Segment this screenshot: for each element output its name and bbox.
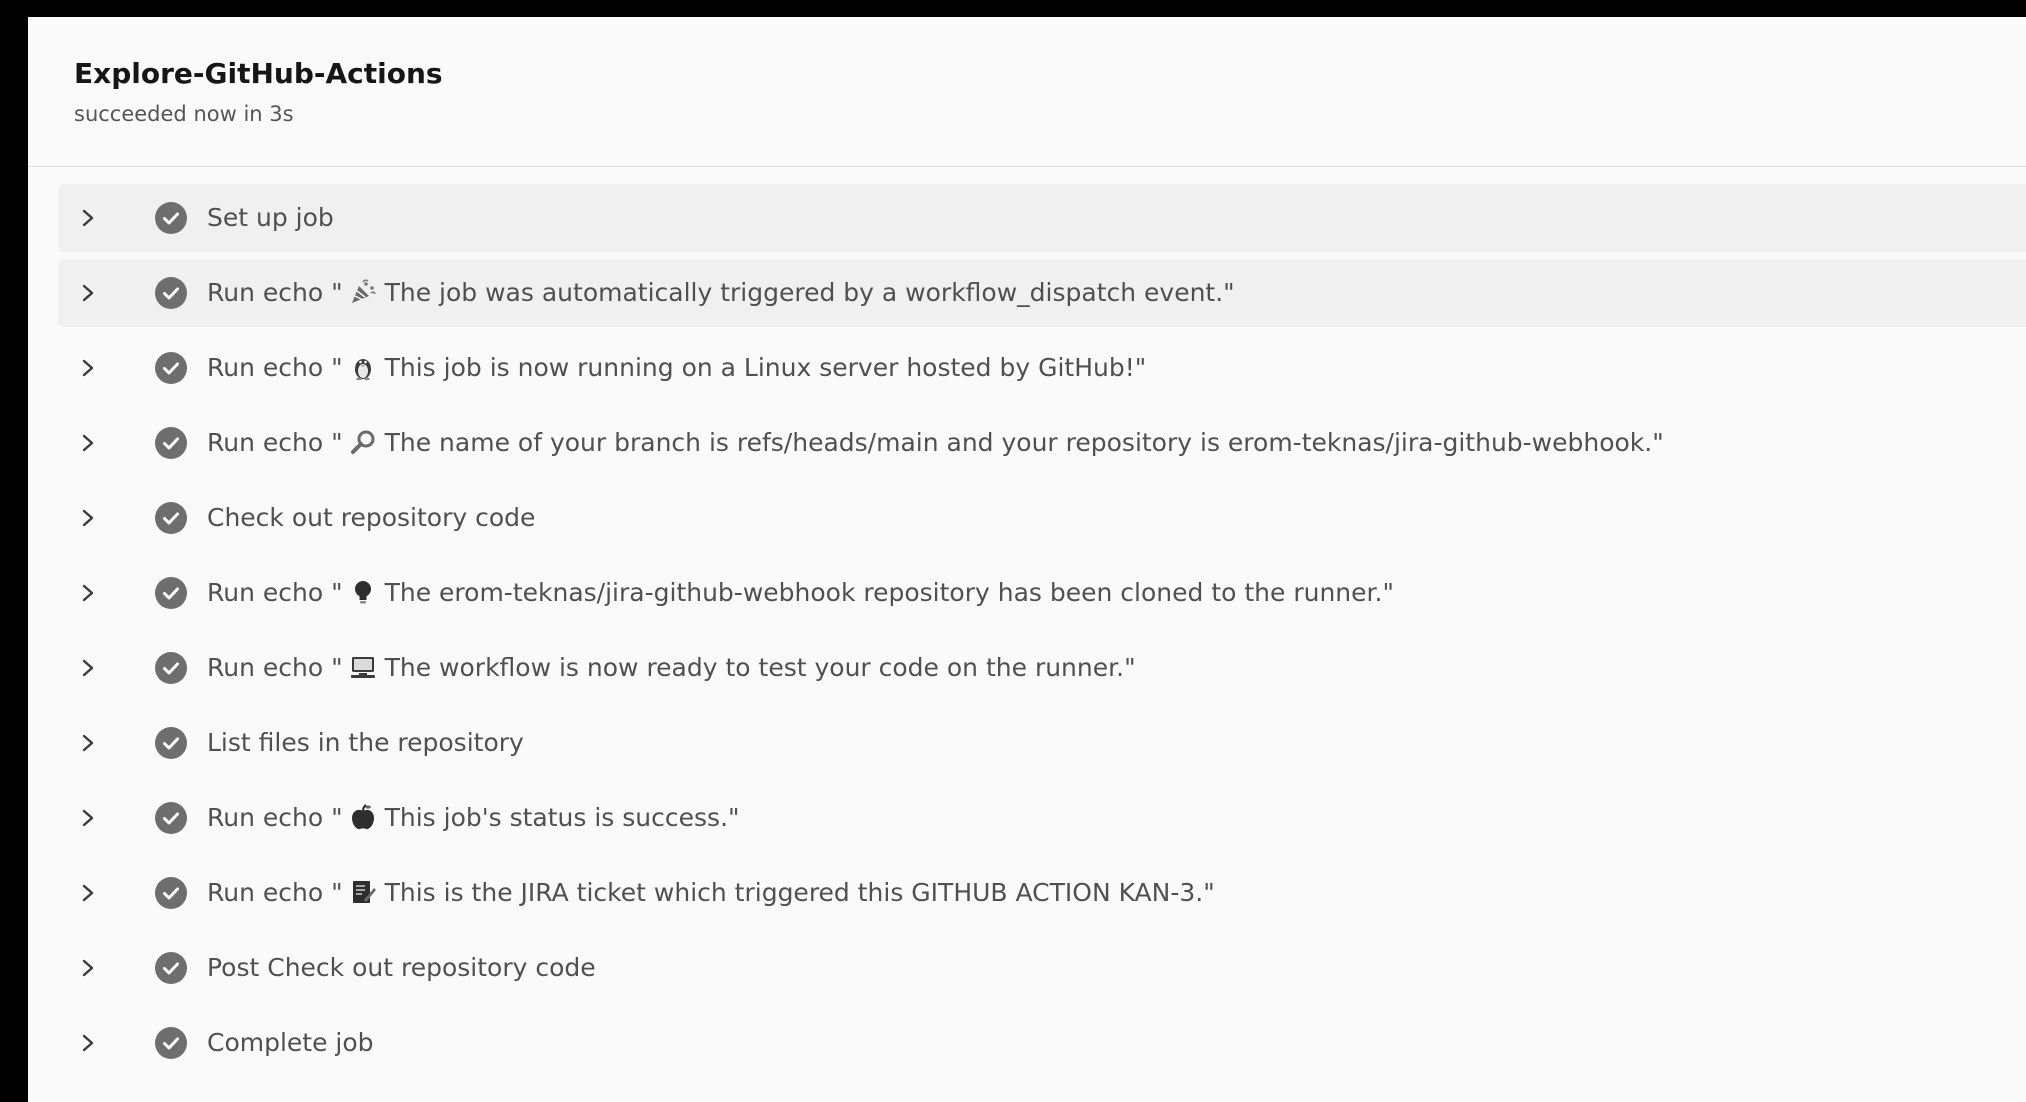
job-title: Explore-GitHub-Actions	[74, 57, 443, 90]
step-label: List files in the repository	[207, 727, 524, 759]
chevron-right-icon[interactable]	[80, 358, 96, 378]
step-text: The workflow is now ready to test your c…	[384, 653, 1136, 682]
step-label: Post Check out repository code	[207, 952, 596, 984]
apple-icon	[351, 804, 374, 830]
party-popper-icon	[351, 279, 376, 303]
chevron-right-icon[interactable]	[80, 808, 96, 828]
step-prefix: Run echo "	[207, 353, 343, 382]
step-row[interactable]: Check out repository code	[58, 484, 2026, 552]
check-circle-icon	[155, 577, 187, 609]
step-text: The job was automatically triggered by a…	[384, 278, 1235, 307]
step-name: Check out repository code	[207, 503, 536, 532]
step-label: Run echo " This is the JIRA ticket which …	[207, 877, 1215, 909]
job-header: Explore-GitHub-Actions succeeded now in …	[28, 17, 2026, 167]
step-text: The name of your branch is refs/heads/ma…	[384, 428, 1664, 457]
step-prefix: Run echo "	[207, 278, 343, 307]
step-name: Complete job	[207, 1028, 374, 1057]
step-row[interactable]: Run echo " The job was automatically trig…	[58, 259, 2026, 327]
step-text: This is the JIRA ticket which triggered …	[384, 878, 1215, 907]
chevron-right-icon[interactable]	[80, 733, 96, 753]
step-row[interactable]: Post Check out repository code	[58, 934, 2026, 1002]
step-text: This job's status is success."	[384, 803, 740, 832]
step-label: Complete job	[207, 1027, 374, 1059]
step-prefix: Run echo "	[207, 653, 343, 682]
step-prefix: Run echo "	[207, 578, 343, 607]
step-name: List files in the repository	[207, 728, 524, 757]
step-label: Run echo " The erom-teknas/jira-github-we…	[207, 577, 1394, 609]
chevron-right-icon[interactable]	[80, 208, 96, 228]
step-label: Run echo " This job's status is success."	[207, 802, 740, 834]
step-row[interactable]: Run echo " The workflow is now ready to t…	[58, 634, 2026, 702]
chevron-right-icon[interactable]	[80, 433, 96, 453]
step-label: Run echo " The workflow is now ready to t…	[207, 652, 1136, 684]
job-status-text: succeeded now in 3s	[74, 102, 294, 126]
check-circle-icon	[155, 277, 187, 309]
step-name: Post Check out repository code	[207, 953, 596, 982]
check-circle-icon	[155, 727, 187, 759]
step-row[interactable]: Run echo " The erom-teknas/jira-github-we…	[58, 559, 2026, 627]
chevron-right-icon[interactable]	[80, 583, 96, 603]
step-prefix: Run echo "	[207, 803, 343, 832]
step-label: Run echo " The name of your branch is ref…	[207, 427, 1664, 459]
chevron-right-icon[interactable]	[80, 283, 96, 303]
check-circle-icon	[155, 1027, 187, 1059]
step-row[interactable]: List files in the repository	[58, 709, 2026, 777]
check-circle-icon	[155, 202, 187, 234]
step-row[interactable]: Run echo " This is the JIRA ticket which …	[58, 859, 2026, 927]
memo-icon	[352, 881, 376, 903]
check-circle-icon	[155, 352, 187, 384]
check-circle-icon	[155, 877, 187, 909]
chevron-right-icon[interactable]	[80, 1033, 96, 1053]
step-row[interactable]: Set up job	[58, 184, 2026, 252]
check-circle-icon	[155, 502, 187, 534]
step-row[interactable]: Run echo " This job is now running on a L…	[58, 334, 2026, 402]
steps-list: Set up job Run echo " The job was automat…	[58, 184, 2026, 1084]
chevron-right-icon[interactable]	[80, 958, 96, 978]
check-circle-icon	[155, 427, 187, 459]
step-row[interactable]: Run echo " The name of your branch is ref…	[58, 409, 2026, 477]
check-circle-icon	[155, 952, 187, 984]
check-circle-icon	[155, 652, 187, 684]
check-circle-icon	[155, 802, 187, 834]
chevron-right-icon[interactable]	[80, 883, 96, 903]
step-row[interactable]: Run echo " This job's status is success."	[58, 784, 2026, 852]
step-row[interactable]: Complete job	[58, 1009, 2026, 1077]
step-prefix: Run echo "	[207, 428, 343, 457]
job-log-panel: Explore-GitHub-Actions succeeded now in …	[28, 17, 2026, 1102]
step-label: Run echo " This job is now running on a L…	[207, 352, 1146, 384]
step-label: Set up job	[207, 202, 334, 234]
step-text: The erom-teknas/jira-github-webhook repo…	[384, 578, 1394, 607]
step-prefix: Run echo "	[207, 878, 343, 907]
magnifier-icon	[350, 430, 375, 454]
computer-icon	[350, 657, 375, 678]
step-label: Check out repository code	[207, 502, 535, 534]
step-label: Run echo " The job was automatically trig…	[207, 277, 1235, 309]
step-name: Set up job	[207, 203, 334, 232]
step-text: This job is now running on a Linux serve…	[384, 353, 1147, 382]
penguin-icon	[354, 359, 371, 381]
chevron-right-icon[interactable]	[80, 658, 96, 678]
lightbulb-icon	[354, 581, 371, 604]
chevron-right-icon[interactable]	[80, 508, 96, 528]
